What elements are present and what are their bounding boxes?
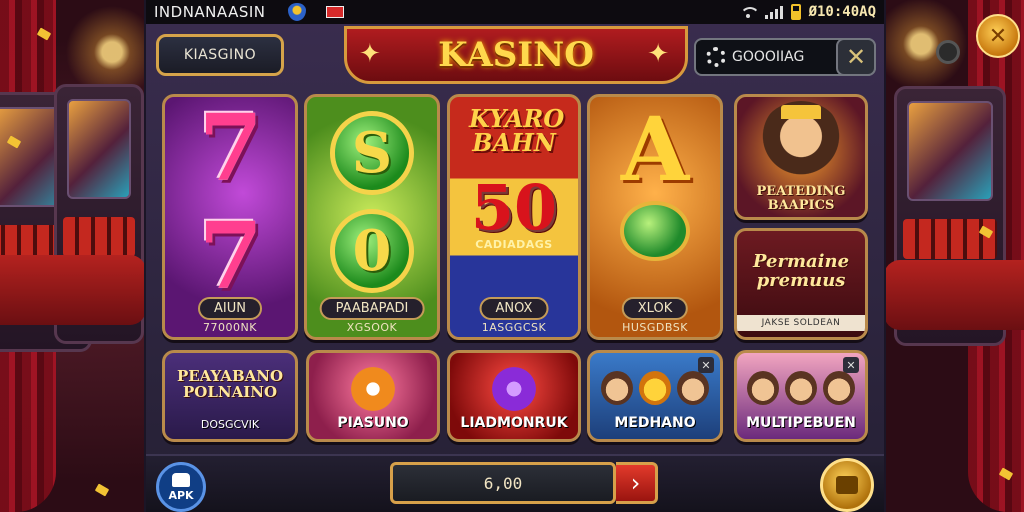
game-tile-label: DOSGCVIK <box>200 418 260 431</box>
game-play-pill[interactable]: ANOX <box>479 297 549 320</box>
game-symbol: S <box>351 120 393 186</box>
game-tile-title: PEAYABANO POLNAINO <box>176 367 284 401</box>
game-lobby-window: INDNANAASIN Ø10:40AQ KIASGINO ✦ KASINO ✦… <box>144 0 886 512</box>
sparkle-icon: ✦ <box>359 39 381 69</box>
game-subtitle: 1ASGGCSK <box>481 321 547 334</box>
game-headline: KYARO BAHN <box>469 104 565 157</box>
submit-arrow-button[interactable]: › <box>616 462 658 504</box>
flag-icon <box>325 6 344 18</box>
game-card[interactable]: A XLOK HUSGDBSK <box>587 94 723 340</box>
shield-icon <box>287 3 306 21</box>
game-tile[interactable]: PIASUNO <box>306 350 440 442</box>
chest-icon <box>836 476 858 494</box>
gear-icon <box>706 47 726 67</box>
game-symbol: A <box>620 97 690 201</box>
crown-icon <box>781 105 821 119</box>
tools-button[interactable]: ✕ <box>976 14 1020 58</box>
apk-download-button[interactable]: APK <box>156 462 206 512</box>
promo-card-subtitle: JAKSE SOLDEAN <box>737 315 865 331</box>
close-button[interactable]: ✕ <box>836 38 876 76</box>
game-subtitle: HUSGDBSK <box>622 321 688 334</box>
game-tagline: CADIADAGS <box>475 238 553 251</box>
game-symbol: 50 <box>470 171 558 244</box>
search-value: GOOOIIAG <box>732 49 805 65</box>
game-symbol: 77 <box>176 94 285 310</box>
game-card[interactable]: S 0 PAABAPADI XGSOOK <box>304 94 440 340</box>
menu-button[interactable] <box>820 458 874 512</box>
background-table <box>0 255 146 325</box>
background-table <box>884 260 1024 330</box>
amount-value: 6,00 <box>483 473 523 493</box>
game-tile-label: LIADMONRUK <box>460 415 568 431</box>
game-card[interactable]: 77 AIUN 77000NK <box>162 94 298 340</box>
status-bar: INDNANAASIN Ø10:40AQ <box>146 0 884 24</box>
status-title: INDNANAASIN <box>154 3 266 21</box>
characters-icon <box>747 371 855 405</box>
battery-icon <box>790 4 801 20</box>
game-play-pill[interactable]: AIUN <box>198 297 262 320</box>
game-tile[interactable]: ✕ MULTIPEBUEN <box>734 350 868 442</box>
title-banner: ✦ KASINO ✦ <box>344 26 688 84</box>
signal-icon <box>764 5 783 19</box>
game-tile[interactable]: LIADMONRUK <box>447 350 581 442</box>
feature-card-title: PEATEDING BAAPICS <box>756 184 846 213</box>
coin-icon: S <box>330 111 414 195</box>
game-card[interactable]: KYARO BAHN 50 CADIADAGS ANOX 1ASGGCSK <box>447 94 581 340</box>
characters-icon <box>601 371 709 405</box>
apk-label: APK <box>168 488 194 502</box>
sparkle-icon: ✦ <box>647 39 669 69</box>
game-play-pill[interactable]: XLOK <box>621 297 689 320</box>
game-tile-label: MEDHANO <box>614 415 696 431</box>
game-tile-label: MULTIPEBUEN <box>746 415 856 431</box>
casino-menu-button[interactable]: KIASGINO <box>156 34 284 76</box>
promo-card-title: Permaine premuus <box>752 251 850 291</box>
chevron-right-icon: › <box>630 469 641 497</box>
tools-icon: ✕ <box>988 23 1008 49</box>
wifi-icon <box>739 5 757 19</box>
feature-card[interactable]: PEATEDING BAAPICS <box>734 94 868 220</box>
promo-card[interactable]: Permaine premuus JAKSE SOLDEAN <box>734 228 868 340</box>
close-icon: ✕ <box>845 43 867 71</box>
mascot-icon <box>487 365 541 413</box>
game-tile[interactable]: ✕ MEDHANO <box>587 350 723 442</box>
game-tile-label: PIASUNO <box>337 415 409 431</box>
amount-field[interactable]: 6,00 <box>390 462 616 504</box>
mascot-icon <box>346 365 400 413</box>
speaker-icon <box>936 40 960 64</box>
page-title: KASINO <box>438 35 594 75</box>
game-play-pill[interactable]: PAABAPADI <box>319 297 425 320</box>
status-clock: Ø10:40AQ <box>808 4 876 20</box>
game-subtitle: 77000NK <box>203 321 257 334</box>
game-tile[interactable]: PEAYABANO POLNAINO DOSGCVIK <box>162 350 298 442</box>
gem-icon <box>620 201 690 261</box>
game-subtitle: XGSOOK <box>346 321 398 334</box>
android-icon <box>172 472 190 487</box>
coin-icon: 0 <box>330 209 414 293</box>
